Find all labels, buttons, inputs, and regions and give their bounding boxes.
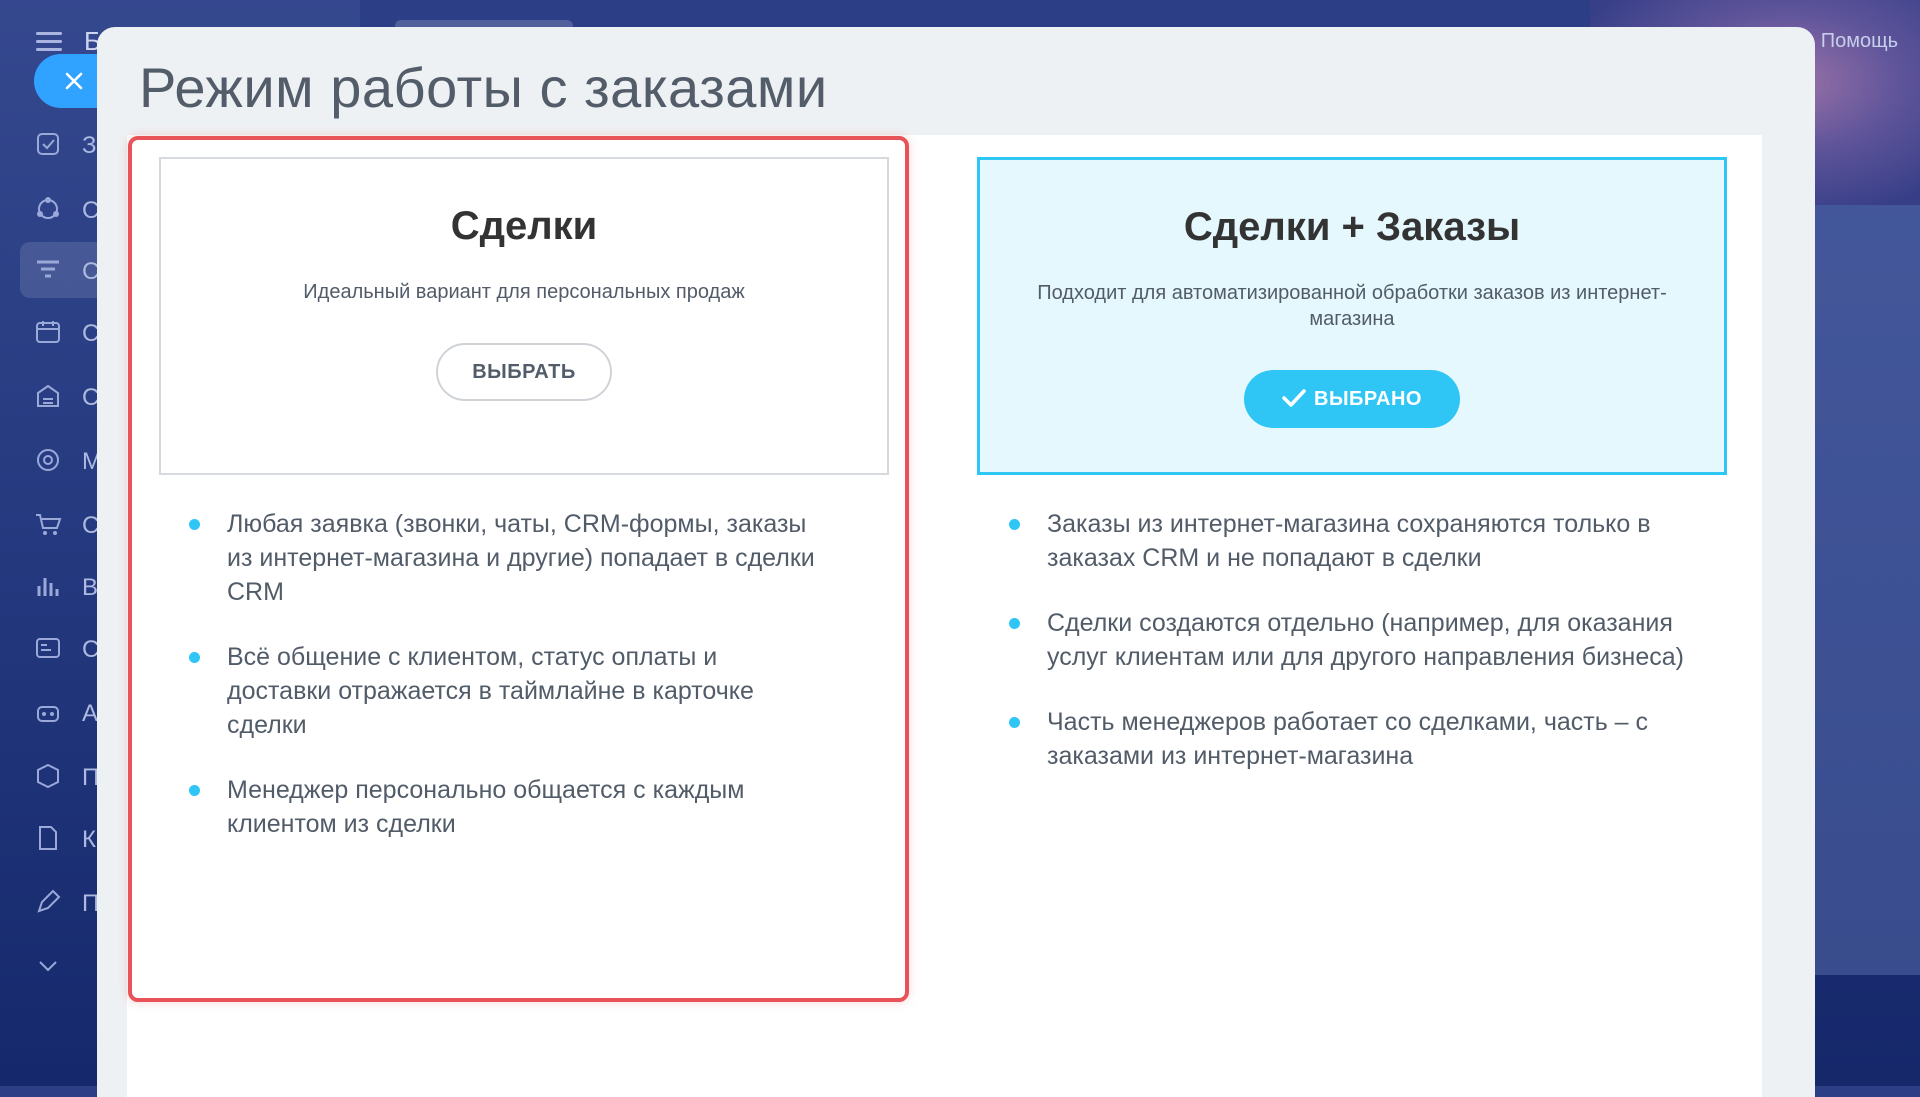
tasks-icon[interactable] [34, 130, 62, 158]
option-title: Сделки + Заказы [1183, 205, 1521, 249]
target-icon[interactable] [34, 446, 62, 474]
bullet-icon [1009, 519, 1020, 530]
option-deals: Сделки Идеальный вариант для персональны… [127, 135, 909, 1097]
list-item: Заказы из интернет-магазина сохраняются … [1007, 507, 1697, 575]
bullet-icon [1009, 618, 1020, 629]
store-icon[interactable] [34, 382, 62, 410]
content-area: Сделки Идеальный вариант для персональны… [127, 135, 1762, 1097]
bullet-icon [1009, 717, 1020, 728]
calendar-icon[interactable] [34, 318, 62, 346]
analytics-icon[interactable] [34, 572, 62, 600]
feature-list: Заказы из интернет-магазина сохраняются … [1007, 507, 1697, 804]
checkmark-icon [1282, 389, 1306, 407]
menu-icon[interactable] [36, 32, 62, 52]
close-icon [65, 72, 83, 90]
robot-icon[interactable] [34, 698, 62, 726]
chevron-down-icon[interactable] [34, 952, 62, 980]
option-description: Подходит для автоматизированной обработк… [1037, 282, 1667, 330]
option-card-deals-orders[interactable]: Сделки + Заказы Подходит для автоматизир… [977, 157, 1727, 475]
selected-button[interactable]: ВЫБРАНО [1244, 370, 1460, 428]
help-link[interactable]: Помощь [1821, 30, 1898, 53]
highlight-frame [128, 136, 909, 1002]
option-deals-orders: Сделки + Заказы Подходит для автоматизир… [957, 135, 1727, 1097]
cart-icon[interactable] [34, 510, 62, 538]
list-item: Сделки создаются отдельно (например, для… [1007, 606, 1697, 674]
contact-card-icon[interactable] [34, 634, 62, 662]
list-item: Часть менеджеров работает со сделками, ч… [1007, 705, 1697, 773]
sidebar-label: З [82, 132, 97, 159]
document-icon[interactable] [34, 824, 62, 852]
slider-panel: Режим работы с заказами Сделки Идеальный… [97, 27, 1815, 1097]
pen-icon[interactable] [34, 888, 62, 916]
funnel-icon[interactable] [34, 256, 62, 284]
sidebar-label: В [82, 574, 99, 601]
box-icon[interactable] [34, 762, 62, 790]
sidebar-label: К [82, 826, 96, 853]
crm-icon[interactable] [34, 195, 62, 223]
sidebar-label: А [82, 700, 99, 727]
page-title: Режим работы с заказами [139, 56, 828, 119]
